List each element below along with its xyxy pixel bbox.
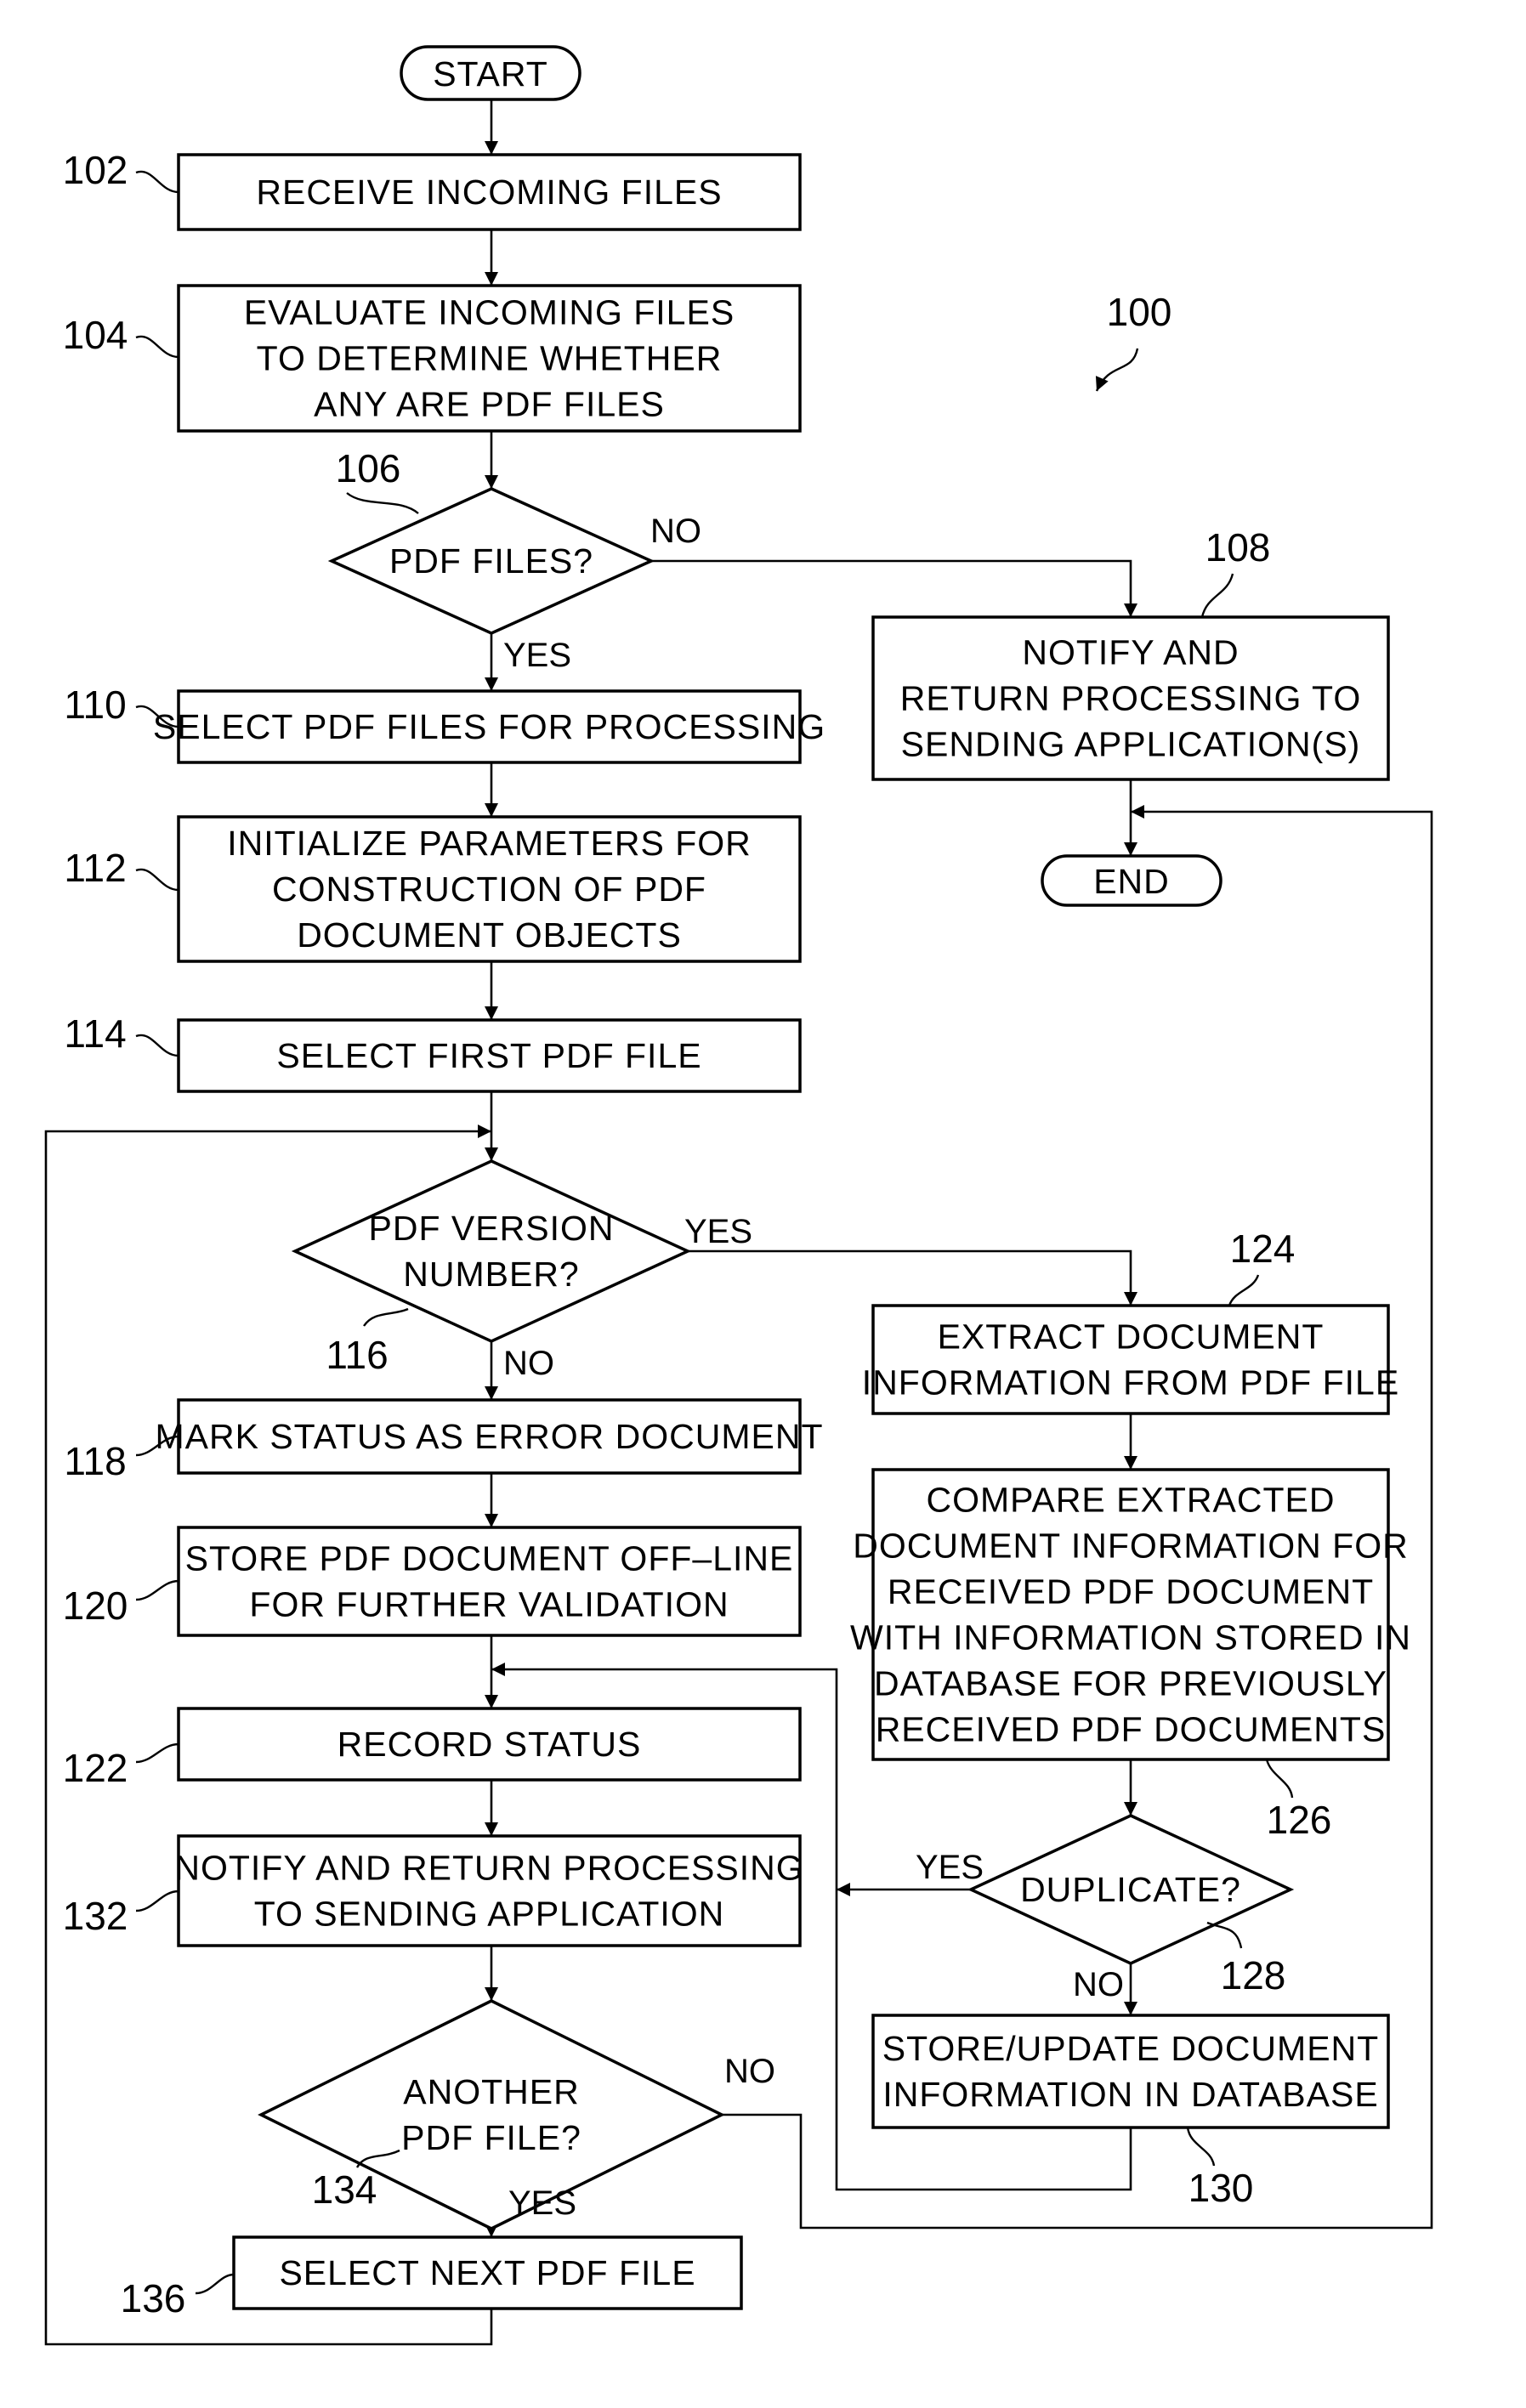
ref-128: 128 xyxy=(1221,1953,1286,1997)
step-116-line: PDF VERSION xyxy=(369,1209,615,1248)
decision-106: PDF FILES? xyxy=(327,487,655,635)
label-116-yes: YES xyxy=(684,1213,752,1250)
step-102-line: RECEIVE INCOMING FILES xyxy=(256,173,722,212)
process-step-102: RECEIVE INCOMING FILES xyxy=(177,153,802,231)
process-step-124: EXTRACT DOCUMENT INFORMATION FROM PDF FIL… xyxy=(862,1304,1399,1415)
flowchart: START END RECEIVE INCOMING FILES EVALUATE… xyxy=(44,45,1433,2346)
step-114-line: SELECT FIRST PDF FILE xyxy=(276,1036,701,1075)
process-step-110: SELECT PDF FILES FOR PROCESSING xyxy=(153,689,825,764)
terminal-end-label: END xyxy=(1093,862,1170,901)
ref-100: 100 xyxy=(1107,290,1172,334)
figure-reference: 100 xyxy=(1095,290,1172,392)
step-106-line: PDF FILES? xyxy=(389,541,593,581)
step-134-line: PDF FILE? xyxy=(401,2118,581,2157)
label-106-yes: YES xyxy=(503,637,571,674)
ref-100-arrow-icon xyxy=(1095,348,1139,392)
step-104-line: ANY ARE PDF FILES xyxy=(314,385,665,424)
process-step-118: MARK STATUS AS ERROR DOCUMENT xyxy=(155,1398,823,1475)
process-step-126: COMPARE EXTRACTED DOCUMENT INFORMATION FO… xyxy=(850,1468,1411,1761)
ref-106: 106 xyxy=(336,446,401,490)
process-step-130: STORE/UPDATE DOCUMENT INFORMATION IN DATA… xyxy=(871,2014,1390,2129)
ref-132: 132 xyxy=(63,1894,128,1938)
step-132-line: TO SENDING APPLICATION xyxy=(254,1895,725,1934)
ref-112: 112 xyxy=(64,846,126,890)
step-120-line: FOR FURTHER VALIDATION xyxy=(249,1585,729,1624)
ref-102: 102 xyxy=(63,148,128,192)
process-step-132: NOTIFY AND RETURN PROCESSING TO SENDING A… xyxy=(174,1834,803,1947)
step-118-line: MARK STATUS AS ERROR DOCUMENT xyxy=(155,1417,823,1456)
ref-130: 130 xyxy=(1188,2166,1254,2210)
ref-104: 104 xyxy=(63,313,128,357)
decision-116: PDF VERSION NUMBER? xyxy=(291,1159,692,1343)
process-step-114: SELECT FIRST PDF FILE xyxy=(177,1018,802,1093)
ref-126: 126 xyxy=(1267,1798,1332,1842)
step-120-line: STORE PDF DOCUMENT OFF–LINE xyxy=(185,1539,794,1578)
ref-118: 118 xyxy=(64,1439,126,1483)
process-step-108: NOTIFY AND RETURN PROCESSING TO SENDING AP… xyxy=(871,615,1390,781)
step-116-line: NUMBER? xyxy=(403,1255,579,1294)
decision-diamond xyxy=(291,1159,692,1343)
terminal-start-label: START xyxy=(433,54,548,93)
arrow-116-yes-to-124 xyxy=(688,1249,1137,1306)
ref-110: 110 xyxy=(64,683,126,727)
step-108-line: NOTIFY AND xyxy=(1022,633,1239,672)
step-132-line: NOTIFY AND RETURN PROCESSING xyxy=(174,1849,803,1888)
ref-134: 134 xyxy=(312,2167,377,2212)
ref-114: 114 xyxy=(64,1011,126,1056)
step-112-line: INITIALIZE PARAMETERS FOR xyxy=(227,824,752,863)
step-108-line: SENDING APPLICATION(S) xyxy=(901,725,1361,764)
process-step-112: INITIALIZE PARAMETERS FOR CONSTRUCTION OF… xyxy=(177,815,802,963)
step-126-line: DOCUMENT INFORMATION FOR xyxy=(853,1527,1408,1566)
step-108-line: RETURN PROCESSING TO xyxy=(900,679,1361,718)
ref-116: 116 xyxy=(326,1333,388,1377)
process-step-136: SELECT NEXT PDF FILE xyxy=(232,2235,743,2310)
step-136-line: SELECT NEXT PDF FILE xyxy=(279,2253,695,2292)
arrow-106-no-to-108 xyxy=(651,559,1137,617)
terminal-end: END xyxy=(1041,854,1223,907)
ref-122: 122 xyxy=(63,1746,128,1790)
step-104-line: TO DETERMINE WHETHER xyxy=(257,339,723,378)
decision-128: DUPLICATE? xyxy=(967,1814,1295,1965)
label-106-no: NO xyxy=(650,513,701,550)
process-step-122: RECORD STATUS xyxy=(177,1707,802,1782)
ref-120: 120 xyxy=(63,1584,128,1628)
ref-108: 108 xyxy=(1205,525,1271,569)
label-134-yes: YES xyxy=(508,2184,576,2222)
process-step-104: EVALUATE INCOMING FILES TO DETERMINE WHET… xyxy=(177,284,802,433)
label-134-no: NO xyxy=(724,2053,775,2090)
label-128-no: NO xyxy=(1073,1966,1124,2003)
ref-136: 136 xyxy=(121,2276,186,2320)
step-124-line: EXTRACT DOCUMENT xyxy=(938,1317,1325,1357)
terminal-start: START xyxy=(400,45,581,101)
step-134-line: ANOTHER xyxy=(403,2072,579,2111)
step-130-line: STORE/UPDATE DOCUMENT xyxy=(882,2029,1379,2068)
step-126-line: RECEIVED PDF DOCUMENTS xyxy=(876,1710,1387,1749)
step-130-line: INFORMATION IN DATABASE xyxy=(882,2075,1378,2114)
step-124-line: INFORMATION FROM PDF FILE xyxy=(862,1363,1399,1402)
step-126-line: WITH INFORMATION STORED IN xyxy=(850,1618,1411,1657)
step-126-line: DATABASE FOR PREVIOUSLY xyxy=(874,1664,1387,1703)
label-128-yes: YES xyxy=(916,1849,984,1886)
step-126-line: COMPARE EXTRACTED xyxy=(927,1481,1336,1520)
step-110-line: SELECT PDF FILES FOR PROCESSING xyxy=(153,707,825,746)
step-126-line: RECEIVED PDF DOCUMENT xyxy=(888,1572,1374,1612)
step-128-line: DUPLICATE? xyxy=(1020,1870,1241,1909)
process-step-120: STORE PDF DOCUMENT OFF–LINE FOR FURTHER V… xyxy=(177,1526,802,1637)
step-122-line: RECORD STATUS xyxy=(338,1725,642,1764)
ref-124: 124 xyxy=(1230,1227,1296,1271)
step-112-line: CONSTRUCTION OF PDF xyxy=(272,870,706,909)
step-104-line: EVALUATE INCOMING FILES xyxy=(244,293,735,332)
label-116-no: NO xyxy=(503,1345,554,1382)
step-112-line: DOCUMENT OBJECTS xyxy=(297,915,682,955)
